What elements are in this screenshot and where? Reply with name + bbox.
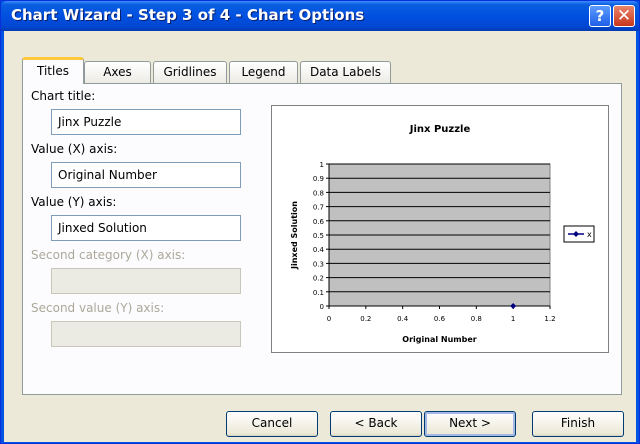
tab-titles[interactable]: Titles [22, 57, 84, 84]
y-tick-label: 0.9 [313, 175, 324, 183]
chart-preview: Jinx Puzzle 0 0.1 0.2 0.3 0.4 0.5 0.6 0.7 0.8 0.9 1… [271, 105, 609, 353]
y-tick-label: 0 [320, 303, 324, 311]
chart-wizard-window: Chart Wizard - Step 3 of 4 - Chart Optio… [0, 0, 640, 444]
x-tick-label: 0.6 [434, 315, 446, 323]
tab-data-labels[interactable]: Data Labels [300, 61, 391, 83]
close-button[interactable]: ✕ [613, 5, 635, 27]
y-tick-label: 0.6 [313, 218, 325, 226]
chart-title: Jinx Puzzle [409, 124, 471, 135]
y-tick-label: 1 [320, 161, 324, 169]
x-tick-label: 1 [511, 315, 515, 323]
cancel-button[interactable]: Cancel [226, 411, 318, 437]
y-axis-label: Value (Y) axis: [31, 195, 117, 209]
second-y-axis-label: Second value (Y) axis: [31, 301, 165, 315]
tab-legend[interactable]: Legend [229, 61, 298, 83]
y-tick-label: 0.5 [313, 232, 324, 240]
second-y-axis-input[interactable] [51, 321, 241, 347]
chart-preview-svg: Jinx Puzzle 0 0.1 0.2 0.3 0.4 0.5 0.6 0.7 0.8 0.9 1… [290, 124, 595, 344]
back-button[interactable]: < Back [330, 411, 422, 437]
x-tick-label: 0 [327, 315, 331, 323]
help-button[interactable]: ? [589, 5, 611, 27]
x-axis-input[interactable]: Original Number [51, 162, 241, 188]
x-tick-label: 0.2 [360, 315, 371, 323]
chart-title-label: Chart title: [31, 89, 96, 103]
y-tick-label: 0.7 [313, 204, 324, 212]
tab-gridlines[interactable]: Gridlines [153, 61, 227, 83]
chart-title-input[interactable]: Jinx Puzzle [51, 109, 241, 135]
second-x-axis-label: Second category (X) axis: [31, 248, 186, 262]
second-x-axis-input[interactable] [51, 268, 241, 294]
y-tick-label: 0.1 [313, 289, 324, 297]
x-tick-label: 0.8 [471, 315, 482, 323]
y-axis-title: Jinxed Solution [290, 201, 299, 270]
window-title: Chart Wizard - Step 3 of 4 - Chart Optio… [11, 6, 365, 24]
tab-axes[interactable]: Axes [84, 61, 151, 83]
y-tick-label: 0.3 [313, 260, 324, 268]
x-tick-label: 0.4 [397, 315, 409, 323]
titles-panel: Chart title: Jinx Puzzle Value (X) axis:… [22, 83, 622, 395]
dialog-body: Titles Axes Gridlines Legend Data Labels… [4, 31, 636, 442]
x-tick-label: 1.2 [544, 315, 555, 323]
y-tick-label: 0.2 [313, 275, 324, 283]
legend-label: x [587, 230, 592, 239]
next-button[interactable]: Next > [424, 411, 516, 437]
finish-button[interactable]: Finish [532, 411, 624, 437]
title-bar[interactable]: Chart Wizard - Step 3 of 4 - Chart Optio… [1, 1, 639, 31]
y-tick-label: 0.8 [313, 189, 324, 197]
y-axis-input[interactable]: Jinxed Solution [51, 215, 241, 241]
x-axis-label: Value (X) axis: [31, 142, 118, 156]
x-axis-title: Original Number [402, 335, 476, 344]
y-tick-label: 0.4 [313, 246, 325, 254]
